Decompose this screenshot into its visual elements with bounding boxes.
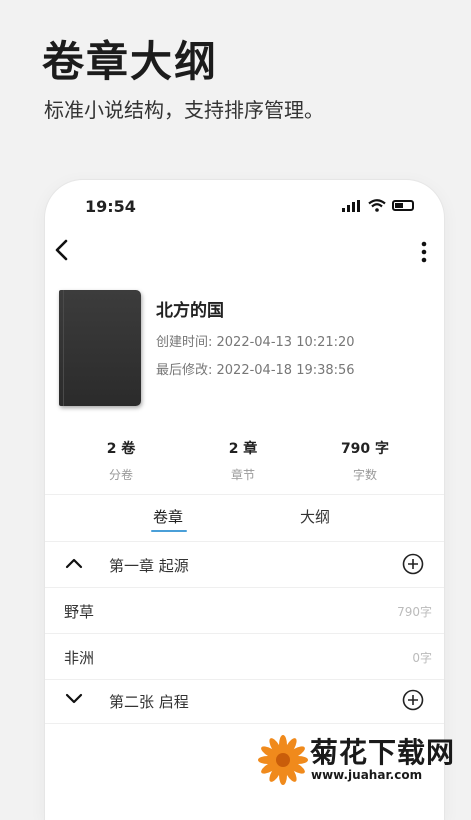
add-chapter-icon[interactable] xyxy=(402,689,424,711)
stat-value: 2 章 xyxy=(228,441,258,457)
volume-row[interactable]: 第二张 启程 xyxy=(45,678,444,723)
stat-label: 章节 xyxy=(230,468,255,482)
promo-headline: 卷章大纲 xyxy=(42,37,219,86)
chapter-word-count: 0字 xyxy=(412,651,432,665)
volume-title: 第一章 起源 xyxy=(109,557,189,575)
chevron-down-icon[interactable] xyxy=(65,692,83,706)
book-created-time: 创建时间: 2022-04-13 10:21:20 xyxy=(156,335,355,350)
chevron-up-icon[interactable] xyxy=(65,556,83,570)
status-time: 19:54 xyxy=(85,197,136,216)
status-icons xyxy=(342,199,414,212)
divider xyxy=(45,494,444,495)
active-tab-indicator xyxy=(151,530,187,532)
battery-icon xyxy=(392,200,414,211)
divider xyxy=(45,723,444,724)
volume-row[interactable]: 第一章 起源 xyxy=(45,542,444,587)
wifi-icon xyxy=(368,199,386,212)
chapter-title: 野草 xyxy=(64,603,95,621)
more-menu-icon[interactable] xyxy=(420,240,428,264)
chapter-row[interactable]: 非洲 0字 xyxy=(45,634,444,679)
signal-icon xyxy=(342,199,360,212)
promo-subline: 标准小说结构，支持排序管理。 xyxy=(44,98,324,122)
stat-value: 790 字 xyxy=(340,441,390,457)
watermark-brand: 菊花下载网 xyxy=(310,736,456,769)
stat-chapters: 2 章 章节 xyxy=(193,438,293,483)
tab-volumes-chapters[interactable]: 卷章 xyxy=(153,506,183,527)
book-cover[interactable] xyxy=(59,290,141,406)
stat-words: 790 字 字数 xyxy=(315,438,415,483)
book-modified-time: 最后修改: 2022-04-18 19:38:56 xyxy=(156,363,355,378)
volume-title: 第二张 启程 xyxy=(109,693,189,711)
book-stats: 2 卷 分卷 2 章 章节 790 字 字数 xyxy=(45,438,444,482)
chapter-title: 非洲 xyxy=(64,649,95,667)
tab-bar: 卷章 大纲 xyxy=(45,498,444,538)
chapter-word-count: 790字 xyxy=(397,605,432,619)
flower-logo-icon xyxy=(258,735,308,785)
stat-value: 2 卷 xyxy=(106,441,136,457)
phone-screen: 19:54 北方的国 创建时间: 2022-04-13 10:21:20 最后修… xyxy=(45,180,444,820)
book-title: 北方的国 xyxy=(156,301,224,321)
add-chapter-icon[interactable] xyxy=(402,553,424,575)
stat-label: 分卷 xyxy=(108,468,133,482)
stat-label: 字数 xyxy=(352,468,377,482)
tab-outline[interactable]: 大纲 xyxy=(300,506,330,527)
chapter-row[interactable]: 野草 790字 xyxy=(45,588,444,633)
stat-volumes: 2 卷 分卷 xyxy=(71,438,171,483)
back-arrow-icon[interactable] xyxy=(51,238,75,262)
watermark-url: www.juahar.com xyxy=(311,768,423,782)
